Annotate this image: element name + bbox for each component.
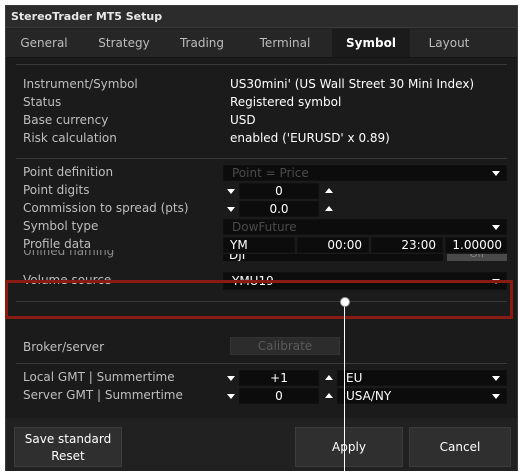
point-definition-value: Point = Price: [232, 166, 309, 180]
symbol-type-label: Symbol type: [23, 219, 99, 233]
tab-layout[interactable]: Layout: [414, 29, 484, 57]
tab-symbol[interactable]: Symbol: [332, 29, 410, 57]
divider: [16, 363, 507, 364]
instrument-label: Instrument/Symbol: [23, 77, 138, 91]
increment-icon[interactable]: [325, 375, 333, 380]
server-summertime-dropdown[interactable]: USA/NY: [337, 388, 507, 404]
point-digits-field[interactable]: 0: [239, 183, 319, 199]
divider: [16, 158, 507, 159]
increment-icon[interactable]: [325, 188, 333, 193]
local-summertime-value: EU: [346, 371, 363, 385]
calibrate-button[interactable]: Calibrate: [230, 337, 340, 355]
risk-calculation-label: Risk calculation: [23, 131, 117, 145]
chevron-down-icon: [492, 394, 500, 399]
local-gmt-label: Local GMT | Summertime: [23, 370, 175, 384]
risk-calculation-value: enabled ('EURUSD' x 0.89): [230, 131, 390, 145]
chevron-down-icon: [492, 225, 500, 230]
profile-data-label: Profile data: [23, 237, 92, 251]
increment-icon[interactable]: [325, 206, 333, 211]
instrument-value: US30mini' (US Wall Street 30 Mini Index): [230, 77, 475, 91]
status-label: Status: [23, 95, 62, 109]
increment-icon[interactable]: [325, 393, 333, 398]
cancel-button[interactable]: Cancel: [409, 427, 511, 467]
apply-button[interactable]: Apply: [295, 427, 403, 467]
point-definition-dropdown[interactable]: Point = Price: [223, 165, 507, 181]
server-gmt-label: Server GMT | Summertime: [23, 388, 183, 402]
setup-window: StereoTrader MT5 Setup General Strategy …: [5, 5, 518, 471]
base-currency-label: Base currency: [23, 113, 109, 127]
decrement-icon[interactable]: [227, 394, 235, 399]
local-gmt-field[interactable]: +1: [239, 370, 319, 386]
callout-line: [344, 304, 345, 473]
tab-terminal[interactable]: Terminal: [246, 29, 324, 57]
decrement-icon[interactable]: [227, 376, 235, 381]
tab-bar: General Strategy Trading Terminal Symbol…: [6, 29, 517, 58]
chevron-down-icon: [492, 171, 500, 176]
decrement-icon[interactable]: [227, 189, 235, 194]
reset-label: Reset: [51, 449, 85, 463]
unified-naming-field[interactable]: DJI: [223, 254, 443, 261]
symbol-type-value: DowFuture: [232, 220, 297, 234]
tab-strategy[interactable]: Strategy: [84, 29, 164, 57]
tab-trading[interactable]: Trading: [166, 29, 238, 57]
profile-start-field[interactable]: 00:00: [297, 237, 369, 253]
footer-bar: Save standard Reset Apply Cancel: [6, 419, 517, 471]
window-title: StereoTrader MT5 Setup: [6, 6, 517, 28]
unified-naming-label: Unified naming: [23, 250, 115, 258]
status-value: Registered symbol: [230, 95, 342, 109]
profile-symbol-field[interactable]: YM: [223, 237, 295, 253]
divider: [16, 64, 507, 65]
chevron-down-icon: [492, 376, 500, 381]
callout-dot: [340, 297, 350, 307]
save-standard-label: Save standard: [24, 432, 112, 446]
unified-naming-toggle[interactable]: Off: [447, 254, 507, 261]
profile-end-field[interactable]: 23:00: [371, 237, 443, 253]
symbol-type-dropdown[interactable]: DowFuture: [223, 219, 507, 235]
symbol-panel: Instrument/Symbol US30mini' (US Wall Str…: [6, 58, 517, 418]
save-standard-button[interactable]: Save standard Reset: [14, 427, 122, 467]
commission-field[interactable]: 0.0: [239, 201, 319, 217]
base-currency-value: USD: [230, 113, 256, 127]
decrement-icon[interactable]: [227, 207, 235, 212]
server-gmt-field[interactable]: 0: [239, 388, 319, 404]
volume-source-highlight: [5, 280, 513, 319]
local-summertime-dropdown[interactable]: EU: [337, 370, 507, 386]
point-digits-label: Point digits: [23, 183, 90, 197]
profile-factor-field[interactable]: 1.00000: [445, 237, 507, 253]
server-summertime-value: USA/NY: [346, 389, 392, 403]
commission-label: Commission to spread (pts): [23, 201, 189, 215]
tab-general[interactable]: General: [8, 29, 80, 57]
point-definition-label: Point definition: [23, 165, 114, 179]
broker-server-label: Broker/server: [23, 340, 105, 354]
